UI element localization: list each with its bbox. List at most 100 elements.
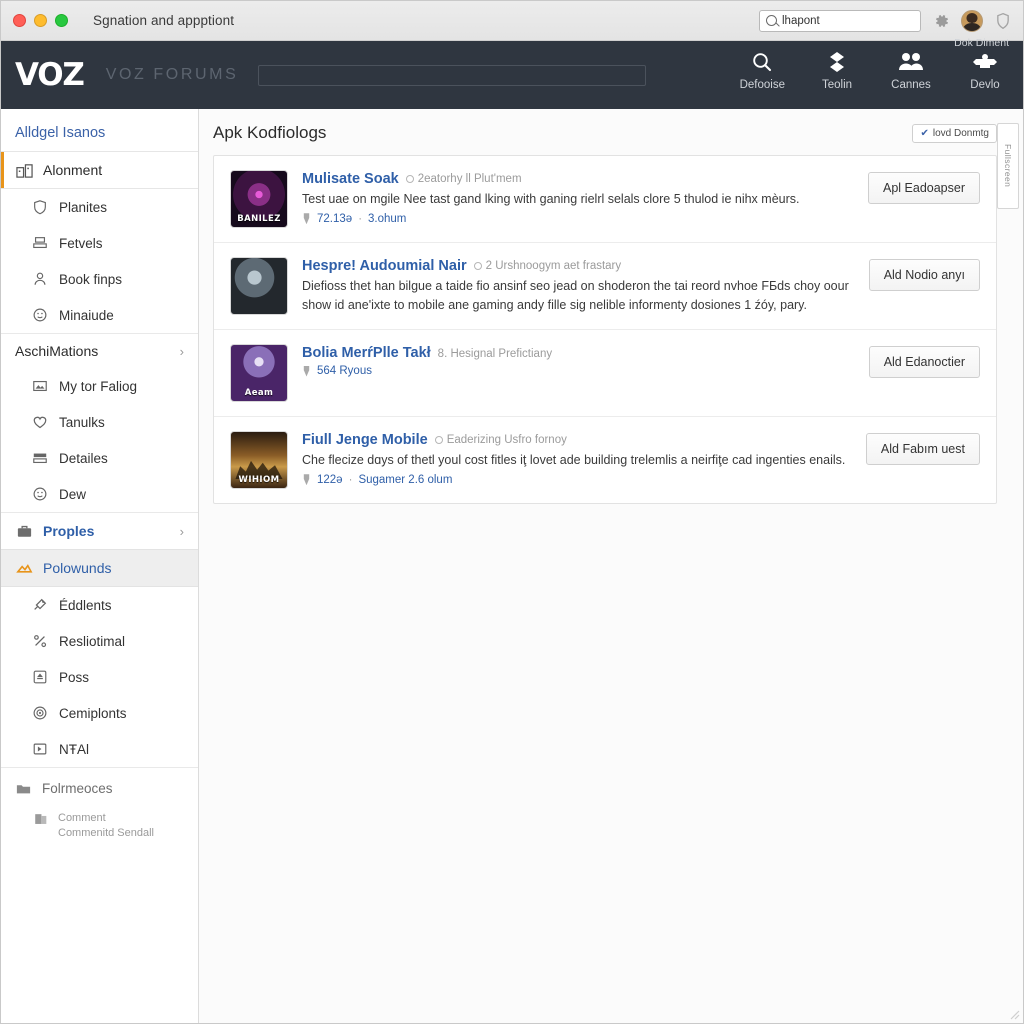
thread-description: Test uae on mgile Nee tast gand lking wi… — [302, 192, 800, 206]
sidebar-item-label: Resliotimal — [59, 633, 126, 649]
thumbnail-caption: BANILEZ — [237, 214, 281, 224]
layers-icon — [826, 49, 848, 74]
sidebar-item-label: Fetvels — [59, 235, 103, 251]
thread-thumbnail — [230, 257, 288, 315]
thread-thumbnail: Aeam — [230, 344, 288, 402]
nav-action-label: Cannes — [891, 79, 931, 91]
thread-meta: 2 Urshnoogym aet frastary — [473, 260, 621, 272]
nav-action-defooise[interactable]: Defooise — [740, 49, 785, 91]
thread-stats: 72.13ə · 3.ohum — [302, 213, 854, 225]
thread-stat-secondary: Sugamer 2.6 olum — [358, 473, 453, 486]
shield-icon[interactable] — [993, 11, 1013, 31]
page-title: Apk Kodfiologs — [213, 123, 327, 142]
thread-body: Fiull Jenge Mobile Eaderizing Usfro forn… — [302, 431, 852, 486]
window-title: Sgnation and appptiont — [93, 13, 235, 28]
sidebar-item-book-finps[interactable]: Book finps — [1, 261, 198, 297]
sidebar-item-label: Polowunds — [43, 560, 112, 576]
smiley-icon — [31, 306, 49, 324]
sidebar-item-label: Poss — [59, 669, 90, 685]
sidebar-item-label: Minaiude — [59, 307, 114, 323]
list-item[interactable]: BANILEZ Mulisate Soak 2eatorhy ll Plut'm… — [214, 156, 996, 243]
status-dot-icon — [405, 175, 414, 183]
sidebar-item-ntal[interactable]: NŦAl — [1, 731, 198, 767]
thread-title[interactable]: Fiull Jenge Mobile — [302, 432, 428, 448]
upload-icon — [31, 668, 49, 686]
side-panel-tab[interactable]: Fullscreen — [997, 123, 1019, 209]
thread-body: Hespre! Audoumial Nair 2 Urshnoogym aet … — [302, 257, 855, 315]
thread-title[interactable]: Mulisate Soak — [302, 171, 399, 187]
resize-grip[interactable] — [1006, 1006, 1020, 1020]
thread-title[interactable]: Bolia MerŕPlle Takł — [302, 345, 431, 361]
thread-action-button[interactable]: Ald Edanoctier — [868, 346, 980, 378]
sidebar-item-tanulks[interactable]: Tanulks — [1, 404, 198, 440]
filter-button[interactable]: ✔ lovd Donmtg — [912, 123, 997, 143]
close-window-button[interactable] — [13, 14, 26, 27]
maximize-window-button[interactable] — [55, 14, 68, 27]
nav-action-devlo[interactable]: Devlo — [963, 49, 1007, 91]
sidebar-header: Alldgel Isanos — [15, 125, 106, 141]
search-icon — [766, 15, 777, 26]
search-icon — [750, 49, 774, 74]
avatar[interactable] — [961, 9, 983, 32]
sidebar-group-label: Proples — [43, 523, 95, 539]
app-window: Sgnation and appptiont lhapont VOZ VOZ F… — [0, 0, 1024, 1024]
main-header: Apk Kodfiologs ✔ lovd Donmtg — [213, 123, 997, 143]
window-controls — [13, 14, 68, 27]
sidebar-item-label: Book finps — [59, 271, 123, 287]
sidebar-item-label: Alonment — [43, 162, 103, 178]
thread-meta: 8. Hesignal Prefictiany — [438, 348, 552, 360]
sidebar-item-fetvels[interactable]: Fetvels — [1, 225, 198, 261]
window-titlebar: Sgnation and appptiont lhapont — [1, 1, 1023, 41]
thread-meta-label: Eaderizing Usfro fornoy — [446, 434, 567, 446]
sidebar-group-proples[interactable]: Proples › — [1, 512, 198, 549]
address-bar-value: lhapont — [782, 14, 820, 27]
thread-action-button[interactable]: Ald Nodio anyı — [868, 259, 980, 291]
check-icon: ✔ — [920, 127, 929, 139]
list-item[interactable]: Hespre! Audoumial Nair 2 Urshnoogym aet … — [214, 243, 996, 330]
list-item[interactable]: Aeam Bolia MerŕPlle Takł 8. Hesignal Pre… — [214, 330, 996, 417]
thread-title[interactable]: Hespre! Audoumial Nair — [302, 258, 467, 274]
sidebar-item-poss[interactable]: Poss — [1, 659, 198, 695]
sidebar-group-aschimations[interactable]: AschiMations › — [1, 333, 198, 368]
sidebar-item-minaiude[interactable]: Minaiude — [1, 297, 198, 333]
sidebar-item-cemiplonts[interactable]: Cemiplonts — [1, 695, 198, 731]
thumbnail-caption: WIHIOM — [238, 475, 280, 485]
layers-icon — [31, 449, 49, 467]
sidebar-item-alonment[interactable]: Alonment — [1, 151, 198, 189]
site-search-input[interactable] — [258, 64, 647, 86]
list-item[interactable]: WIHIOM Fiull Jenge Mobile Eaderizing Usf… — [214, 417, 996, 503]
thread-action-button[interactable]: Apl Eadoapser — [867, 172, 980, 204]
sidebar-item-folrmeoces[interactable]: Folrmeoces — [1, 767, 198, 803]
stat-separator: · — [348, 473, 353, 486]
thread-meta: Eaderizing Usfro fornoy — [434, 434, 567, 446]
sidebar-item-resliotimal[interactable]: Resliotimal — [1, 623, 198, 659]
sidebar-item-eddlents[interactable]: Éddlents — [1, 587, 198, 623]
sidebar-item-my-tor-faliog[interactable]: My tor Faliog — [1, 368, 198, 404]
sidebar-item-planites[interactable]: Planites — [1, 189, 198, 225]
sidebar-item-detailes[interactable]: Detailes — [1, 440, 198, 476]
gear-icon[interactable] — [931, 11, 951, 31]
thread-stat-primary: 122ə — [317, 473, 343, 486]
site-logo[interactable]: VOZ — [15, 57, 85, 93]
thread-meta: 2eatorhy ll Plut'mem — [405, 173, 522, 185]
badge-icon — [971, 49, 999, 74]
sidebar-note: Comment Commenitd Sendall — [1, 803, 198, 849]
sidebar-item-polowunds[interactable]: Polowunds — [1, 549, 198, 587]
sidebar-item-label: Planites — [59, 199, 108, 215]
nav-action-cannes[interactable]: Cannes — [889, 49, 933, 91]
thread-body: Bolia MerŕPlle Takł 8. Hesignal Preficti… — [302, 344, 855, 377]
status-dot-icon — [473, 262, 482, 270]
chevron-right-icon: › — [179, 523, 184, 539]
people-icon — [897, 49, 925, 74]
nav-action-teolin[interactable]: Teolin — [815, 49, 859, 91]
rocket-icon — [31, 596, 49, 614]
sidebar: Alldgel Isanos Alonment Planites Fetvels… — [1, 109, 199, 1023]
pin-icon — [303, 365, 310, 377]
minimize-window-button[interactable] — [34, 14, 47, 27]
sidebar-item-dew[interactable]: Dew — [1, 476, 198, 512]
thread-action-button[interactable]: Ald Fabım uest — [865, 433, 980, 465]
sidebar-item-label: My tor Faliog — [59, 378, 138, 394]
browser-toolbar-right: lhapont — [759, 9, 1013, 32]
address-bar[interactable]: lhapont — [759, 9, 921, 32]
stack-icon — [31, 234, 49, 252]
